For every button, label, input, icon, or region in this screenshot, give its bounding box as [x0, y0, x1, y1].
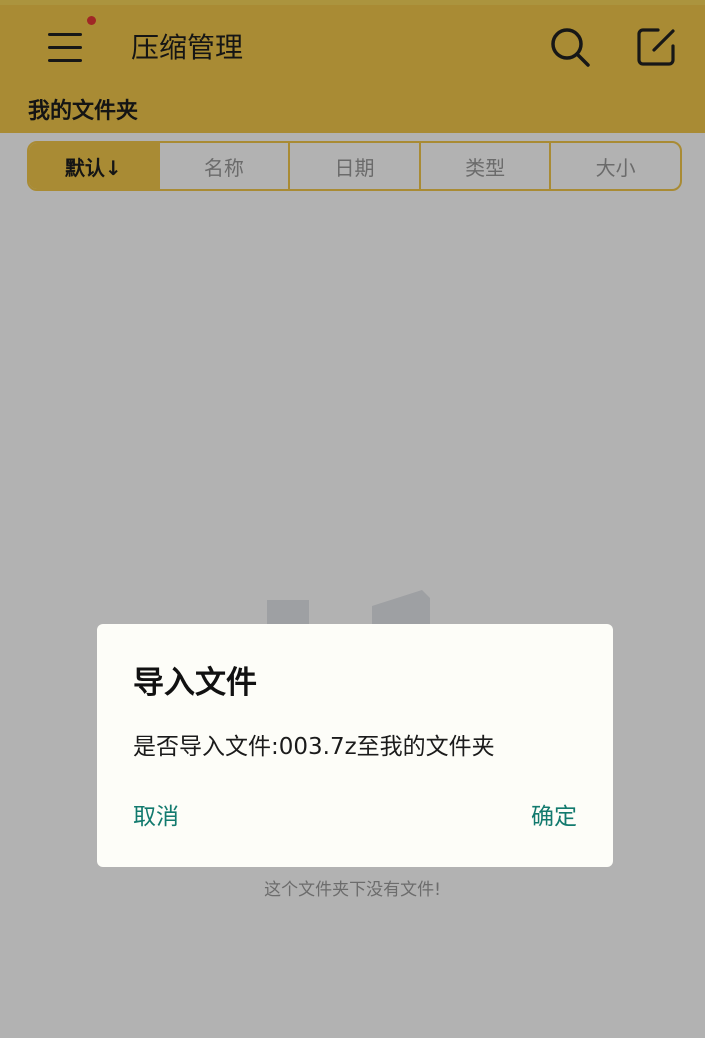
dialog-title: 导入文件 [133, 665, 257, 701]
confirm-button[interactable]: 确定 [531, 800, 577, 834]
cancel-button[interactable]: 取消 [133, 800, 179, 834]
modal-overlay[interactable] [0, 0, 705, 1038]
import-file-dialog: 导入文件 是否导入文件:003.7z至我的文件夹 取消 确定 [97, 624, 613, 867]
dialog-message: 是否导入文件:003.7z至我的文件夹 [133, 734, 495, 760]
